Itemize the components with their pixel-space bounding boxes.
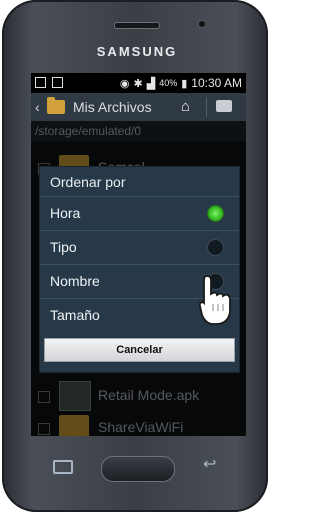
option-label: Hora — [50, 205, 81, 221]
home-key[interactable] — [101, 456, 175, 482]
hardware-keys: ↩ — [2, 440, 272, 512]
option-hora[interactable]: Hora — [40, 197, 239, 231]
sort-dialog: Ordenar por Hora Tipo Nombre Tamaño Canc… — [39, 166, 240, 373]
battery-icon: ▮ — [181, 77, 188, 90]
action-bar: ‹ Mis Archivos ⌂ — [31, 93, 246, 121]
radio-icon[interactable] — [207, 239, 224, 256]
clock: 10:30 AM — [191, 76, 242, 90]
option-label: Nombre — [50, 273, 100, 289]
file-notification-icon — [52, 77, 64, 88]
back-key-icon[interactable]: ↩ — [203, 454, 216, 474]
cancel-button[interactable]: Cancelar — [44, 338, 235, 362]
option-label: Tipo — [50, 239, 77, 255]
image-notification-icon — [35, 77, 46, 88]
status-bar: ◉ ✱ ▟ 40% ▮ 10:30 AM — [31, 73, 246, 93]
folder-icon — [47, 97, 65, 114]
dialog-title: Ordenar por — [40, 167, 239, 197]
signal-icon: ▟ — [146, 77, 156, 90]
divider — [206, 97, 207, 117]
dialog-title-text: Ordenar por — [50, 174, 126, 190]
bluetooth-icon: ✱ — [133, 77, 143, 90]
pointing-hand-icon — [199, 275, 231, 325]
app-title[interactable]: Mis Archivos — [73, 99, 152, 115]
front-camera — [198, 20, 206, 28]
home-icon[interactable]: ⌂ — [181, 98, 190, 115]
phone-body: SAMSUNG ◉ ✱ ▟ 40% ▮ 10:30 AM ‹ Mis Archi… — [2, 0, 268, 512]
earpiece — [114, 22, 160, 29]
option-label: Tamaño — [50, 307, 100, 323]
screen: ◉ ✱ ▟ 40% ▮ 10:30 AM ‹ Mis Archivos ⌂ /s… — [31, 73, 246, 436]
radio-selected-icon[interactable] — [207, 205, 224, 222]
menu-key-icon[interactable] — [53, 460, 73, 474]
option-tipo[interactable]: Tipo — [40, 231, 239, 265]
brand-logo: SAMSUNG — [96, 44, 178, 59]
folder-up-icon[interactable] — [216, 100, 232, 112]
battery-level: 40% — [159, 78, 178, 88]
eye-icon: ◉ — [119, 77, 130, 90]
back-arrow-icon[interactable]: ‹ — [35, 99, 40, 115]
